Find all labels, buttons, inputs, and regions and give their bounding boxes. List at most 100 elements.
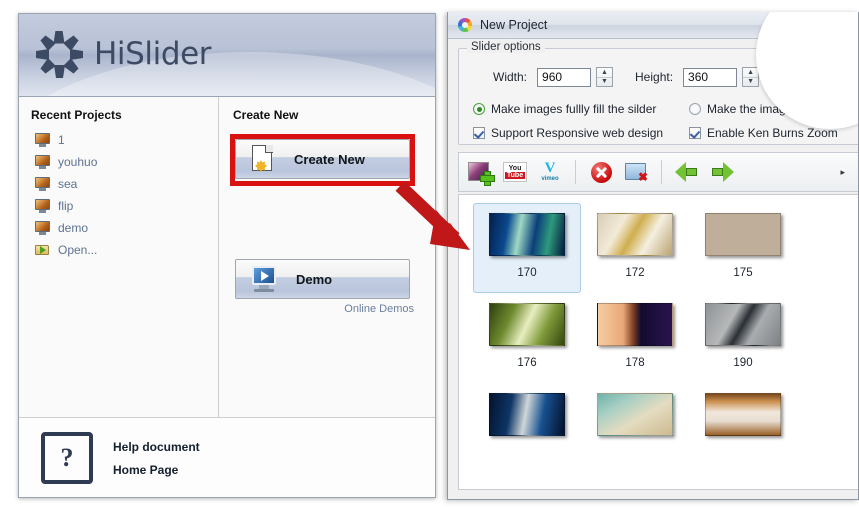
checkbox-responsive[interactable]: Support Responsive web design [473,126,689,140]
height-spinner-down[interactable]: ▼ [743,78,758,87]
gallery-item[interactable]: 172 [581,203,689,293]
gallery-thumbnail [597,303,673,346]
add-image-icon[interactable] [467,159,495,186]
color-ring-icon [458,18,472,32]
recent-project-item[interactable]: 1 [35,129,218,151]
logo-ring-segment [70,49,83,60]
radio-fill-slider[interactable]: Make images fullly fill the silder [473,102,689,116]
logo-ring-segment [63,58,80,75]
width-spinner-down[interactable]: ▼ [597,78,612,87]
folder-open-icon [35,243,50,257]
gallery-item-label: 175 [733,267,753,279]
gallery-item[interactable]: 178 [581,293,689,383]
logo-ring-segment [38,58,55,75]
arrow-right-icon[interactable] [709,159,735,185]
arrow-left-icon[interactable] [674,159,700,185]
logo-ring-segment [36,49,49,60]
youtube-icon-text-top: You [508,165,522,172]
dialog-body: Slider options Width: ▲ ▼ Height: [448,12,858,499]
vimeo-icon[interactable]: Vvimeo [537,159,563,185]
checkbox-responsive-box[interactable] [473,127,485,139]
app-header: HiSlider [19,14,435,97]
recent-project-item[interactable]: youhuo [35,151,218,173]
recent-project-label: 1 [58,133,65,147]
gallery-item[interactable] [473,383,581,473]
gallery-item[interactable]: 176 [473,293,581,383]
delete-icon[interactable] [588,159,614,185]
monitor-icon [35,199,50,213]
height-spinner-arrows[interactable]: ▲ ▼ [742,67,760,87]
toolbar-separator-2 [661,160,662,184]
options-checkbox-row: Support Responsive web design Enable Ken… [473,126,858,140]
dimensions-row: Width: ▲ ▼ Height: ▲ ▼ [493,67,760,87]
recent-projects-list: 1 youhuo sea flip demo Open... [31,129,218,261]
gallery-thumbnail [705,303,781,346]
width-spinner-up[interactable]: ▲ [597,68,613,78]
gallery-item[interactable]: 190 [689,293,797,383]
help-question-icon: ? [41,432,93,484]
create-new-panel: Create New Create New Demo Online Demos [219,97,435,417]
gallery-thumbnail [489,393,565,436]
gallery-thumbnail [705,213,781,256]
recent-project-label: Open... [58,243,98,257]
online-demos-link[interactable]: Online Demos [219,303,414,315]
width-stepper[interactable]: ▲ ▼ [537,67,614,87]
checkbox-kenburns[interactable]: Enable Ken Burns Zoom [689,126,838,140]
width-spinner-arrows[interactable]: ▲ ▼ [596,67,614,87]
help-document-link[interactable]: Help document [113,440,200,454]
gallery-thumbnail [597,213,673,256]
gallery-item-label: 172 [625,267,645,279]
gallery-item[interactable]: 175 [689,203,797,293]
logo-ring-segment [54,65,65,78]
logo-ring-segment [63,33,80,50]
height-stepper[interactable]: ▲ ▼ [683,67,760,87]
clear-folder-icon[interactable]: ✖ [623,159,649,185]
radio-auto-images-dot[interactable] [689,103,701,115]
gallery-item[interactable] [581,383,689,473]
gallery-thumbnail [489,303,565,346]
gallery-item[interactable]: 170 [473,203,581,293]
create-new-title: Create New [233,108,299,122]
recent-projects-title: Recent Projects [31,108,122,122]
gallery-item[interactable] [689,383,797,473]
recent-project-item[interactable]: demo [35,217,218,239]
toolbar-overflow-icon[interactable]: ▸ [840,167,845,178]
checkbox-kenburns-box[interactable] [689,127,701,139]
logo-ring-segment [53,30,65,44]
width-input[interactable] [537,67,592,87]
width-label: Width: [493,70,528,84]
toolbar-separator-1 [575,160,576,184]
demo-button[interactable]: Demo [235,259,410,299]
height-spinner-up[interactable]: ▲ [743,68,759,78]
radio-fill-slider-label: Make images fullly fill the silder [491,102,657,116]
monitor-icon [35,221,50,235]
vimeo-icon-mark: V [544,160,556,176]
youtube-icon[interactable]: You Tube [502,159,528,185]
recent-project-item[interactable]: flip [35,195,218,217]
recent-project-item[interactable]: sea [35,173,218,195]
footer-links: Help document Home Page [113,440,200,477]
logo-text-slider: Slider [125,36,212,72]
demo-button-label: Demo [296,271,333,287]
logo-ring-segment [38,33,55,50]
monitor-icon [35,133,50,147]
gallery-item-label: 170 [517,267,537,279]
home-page-link[interactable]: Home Page [113,463,200,477]
recent-project-label: youhuo [58,155,98,169]
play-monitor-icon [250,266,278,292]
youtube-icon-text-bottom: Tube [504,172,526,179]
monitor-icon [35,155,50,169]
app-body: Recent Projects 1 youhuo sea flip demo Open..… [19,97,435,417]
gallery-toolbar: You Tube Vvimeo ✖ ▸ [458,152,858,192]
radio-fill-slider-dot[interactable] [473,103,485,115]
screenshot-root: HiSlider Recent Projects 1 youhuo sea flip d… [0,0,859,520]
gallery-grid: 170 172 175 176 178 190 [473,203,858,473]
slider-options-legend: Slider options [467,41,545,53]
app-logo: HiSlider [33,28,212,80]
recent-project-label: sea [58,177,78,191]
gallery-item-label: 178 [625,357,645,369]
gallery-item-label: 176 [517,357,537,369]
recent-project-item[interactable]: Open... [35,239,218,261]
gallery-thumbnail [597,393,673,436]
height-input[interactable] [683,67,738,87]
